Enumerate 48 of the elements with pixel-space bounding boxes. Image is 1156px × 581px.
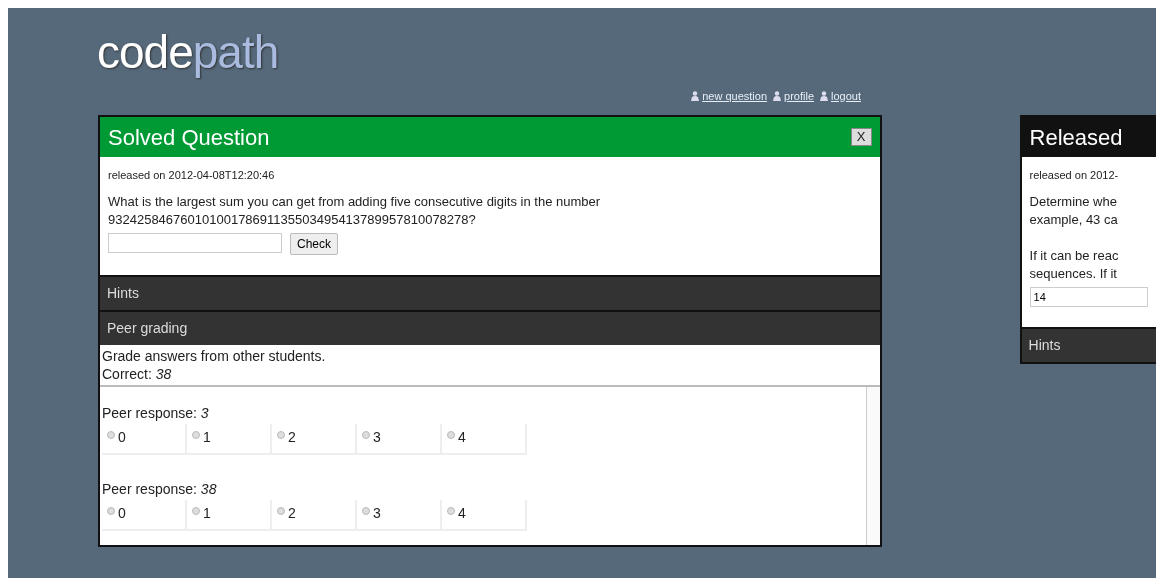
radio-button[interactable] xyxy=(107,506,115,515)
grade-option[interactable]: 3 xyxy=(357,499,442,531)
panel-title: Released xyxy=(1029,123,1123,152)
radio-button[interactable] xyxy=(447,506,455,515)
nav-link-text[interactable]: logout xyxy=(831,89,861,102)
peer-response-label: Peer response: 3 xyxy=(102,403,210,423)
person-icon xyxy=(773,90,782,101)
correct-answer: Correct: 38 xyxy=(102,364,173,383)
section-header[interactable]: Hints xyxy=(1021,326,1156,362)
grade-option[interactable]: 4 xyxy=(442,499,527,531)
radio-button[interactable] xyxy=(447,430,455,439)
question-text: What is the largest sum you can get from adding five consecutive digits in the number xyxy=(108,192,602,211)
question-text: 93242584676010100178691135503495413789957810078278? xyxy=(108,210,477,229)
section-header[interactable]: Hints xyxy=(100,274,880,310)
person-icon xyxy=(691,90,700,101)
grade-option[interactable]: 1 xyxy=(187,423,272,455)
radio-button[interactable] xyxy=(362,430,370,439)
peer-response-label: Peer response: 38 xyxy=(102,479,218,499)
release-date: released on 2012-04-08T12:20:46 xyxy=(108,168,276,183)
grade-option[interactable]: 2 xyxy=(272,499,357,531)
nav-link-text[interactable]: new question xyxy=(702,89,768,102)
radio-button[interactable] xyxy=(192,430,200,439)
answer-field[interactable] xyxy=(108,232,282,253)
grade-option[interactable]: 0 xyxy=(102,423,187,455)
radio-button[interactable] xyxy=(192,506,200,515)
grade-option[interactable]: 1 xyxy=(187,499,272,531)
radio-button[interactable] xyxy=(362,506,370,515)
answer-field[interactable]: 14 xyxy=(1029,286,1148,307)
question-text: sequences. If it xyxy=(1029,264,1118,283)
check-button[interactable]: Check xyxy=(290,232,338,255)
person-icon xyxy=(820,90,828,101)
question-text: example, 43 ca xyxy=(1029,210,1119,229)
nav-link-text[interactable]: profile xyxy=(784,89,814,102)
radio-button[interactable] xyxy=(107,430,115,439)
section-header[interactable]: Peer grading xyxy=(100,309,880,345)
scrollbar[interactable] xyxy=(865,386,880,545)
grade-option[interactable]: 3 xyxy=(357,423,442,455)
grade-option[interactable]: 2 xyxy=(272,423,357,455)
grade-option[interactable]: 4 xyxy=(442,423,527,455)
question-text: Determine whe xyxy=(1029,192,1118,211)
panel-title: Solved Question xyxy=(108,123,270,152)
question-text: If it can be reac xyxy=(1029,246,1120,265)
release-date: released on 2012- xyxy=(1029,168,1120,183)
close-button[interactable]: X xyxy=(850,128,872,146)
radio-button[interactable] xyxy=(277,506,285,515)
grade-option[interactable]: 0 xyxy=(102,499,187,531)
instruction-text: Grade answers from other students. xyxy=(102,346,327,365)
radio-button[interactable] xyxy=(277,430,285,439)
